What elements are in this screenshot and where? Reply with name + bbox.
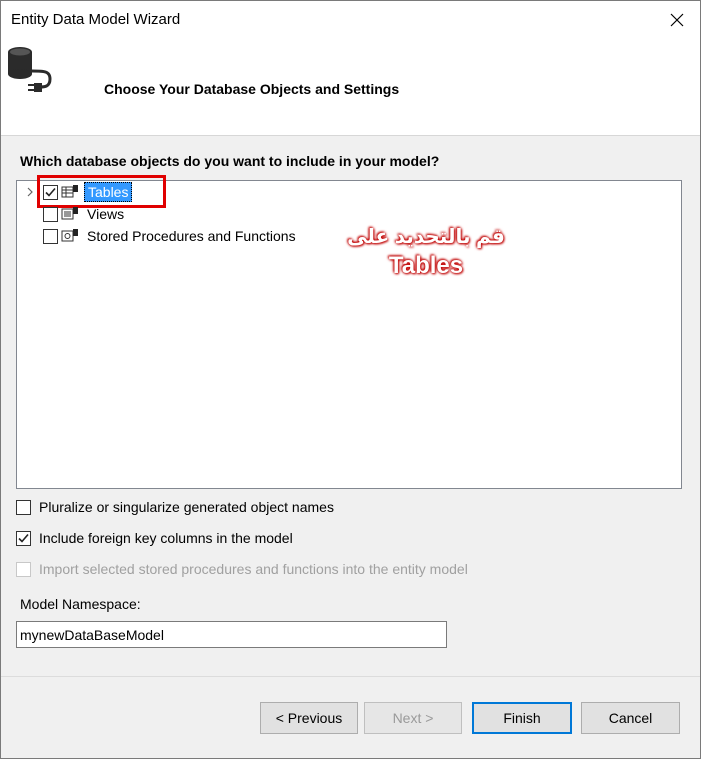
cancel-button[interactable]: Cancel <box>581 702 680 734</box>
expander-icon[interactable] <box>25 181 35 203</box>
next-button: Next > <box>364 702 462 734</box>
namespace-input[interactable] <box>16 621 447 648</box>
tree-item-views[interactable]: Views <box>43 203 127 225</box>
pluralize-label: Pluralize or singularize generated objec… <box>39 499 334 515</box>
tree-label-stored-procedures[interactable]: Stored Procedures and Functions <box>84 227 299 245</box>
views-checkbox[interactable] <box>43 206 58 222</box>
tree-item-stored-procedures[interactable]: Stored Procedures and Functions <box>43 225 299 247</box>
foreign-key-option[interactable]: Include foreign key columns in the model <box>16 530 293 546</box>
tree-label-views[interactable]: Views <box>84 205 127 223</box>
window-title: Entity Data Model Wizard <box>11 11 181 28</box>
close-button[interactable] <box>654 1 700 39</box>
import-procedures-label: Import selected stored procedures and fu… <box>39 561 468 577</box>
tree-item-tables[interactable]: Tables <box>17 175 677 208</box>
view-icon <box>61 207 78 220</box>
checkmark-icon <box>18 533 29 543</box>
title-bar: Entity Data Model Wizard <box>1 1 700 39</box>
foreign-key-checkbox[interactable] <box>16 530 31 546</box>
wizard-window: Entity Data Model Wizard Choose Your Dat… <box>0 0 701 759</box>
namespace-label: Model Namespace: <box>20 596 141 612</box>
stored-procedure-icon <box>61 229 78 242</box>
finish-button[interactable]: Finish <box>472 702 572 734</box>
previous-button[interactable]: < Previous <box>260 702 358 734</box>
objects-question: Which database objects do you want to in… <box>20 153 440 169</box>
header-title: Choose Your Database Objects and Setting… <box>104 81 400 97</box>
foreign-key-label: Include foreign key columns in the model <box>39 530 293 546</box>
wizard-header: Choose Your Database Objects and Setting… <box>1 39 700 136</box>
annotation-overlay: قم بالتحديد على Tables <box>331 223 521 281</box>
close-icon <box>670 13 684 27</box>
import-procedures-option: Import selected stored procedures and fu… <box>16 561 468 577</box>
pluralize-option[interactable]: Pluralize or singularize generated objec… <box>16 499 334 515</box>
footer-divider <box>1 676 700 677</box>
import-procedures-checkbox <box>16 561 31 577</box>
annotation-english: Tables <box>388 252 464 279</box>
stored-procedures-checkbox[interactable] <box>43 228 58 244</box>
pluralize-checkbox[interactable] <box>16 499 31 515</box>
database-connect-icon <box>8 47 52 92</box>
annotation-arabic: قم بالتحديد على <box>347 226 505 248</box>
